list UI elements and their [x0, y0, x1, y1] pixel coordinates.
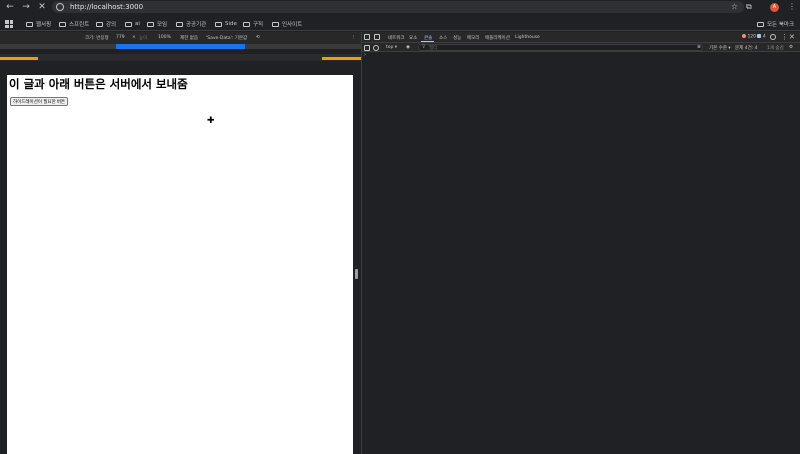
- tab-lighthouse[interactable]: Lighthouse: [515, 35, 540, 40]
- filter-icon: ⊽: [422, 45, 426, 50]
- folder-icon: [147, 21, 154, 27]
- breakpoint-ruler: [0, 54, 361, 61]
- error-issue-counter[interactable]: 120 4: [742, 34, 766, 40]
- clear-console-icon[interactable]: [373, 45, 379, 51]
- devtools-more-icon[interactable]: ⋮: [781, 33, 788, 41]
- page-viewport: 이 글과 아래 버튼은 서버에서 보내줌 하이드레이션이 필요한 버튼 ✚: [7, 75, 353, 454]
- settings-gear-icon[interactable]: [770, 34, 776, 40]
- browser-toolbar: ← → ✕ http://localhost:3000 ☆ ⧉ A ⋮: [0, 0, 800, 14]
- live-expression-eye-icon[interactable]: ◉: [406, 45, 410, 50]
- bookmark-star-icon[interactable]: ☆: [731, 1, 738, 13]
- bookmark-folder[interactable]: 모임: [147, 19, 167, 29]
- error-icon: [742, 34, 746, 38]
- bookmark-folder[interactable]: 웹서핑: [26, 19, 51, 29]
- bookmark-folder[interactable]: ai: [125, 19, 140, 29]
- url-text[interactable]: http://localhost:3000: [70, 1, 143, 13]
- media-query-range[interactable]: [116, 44, 245, 49]
- folder-icon: [215, 21, 222, 27]
- extensions-icon[interactable]: ⧉: [746, 1, 752, 13]
- tab-network[interactable]: 네트워크: [388, 35, 405, 41]
- apps-grid-icon[interactable]: [5, 20, 13, 28]
- height-input[interactable]: 높이: [139, 35, 147, 41]
- throttle-select[interactable]: 제한 없음: [180, 35, 198, 41]
- move-cursor-icon: ✚: [207, 116, 215, 126]
- tab-elements[interactable]: 요소: [409, 35, 417, 41]
- bookmark-folder[interactable]: 공공기관: [176, 19, 206, 29]
- sidebar-toggle-icon[interactable]: [364, 45, 370, 51]
- device-more-icon[interactable]: ⋮: [351, 35, 356, 40]
- device-toolbar: 크기: 반응형 779 × 높이 100% 제한 없음 'Save-Data':…: [0, 32, 361, 44]
- bookmarks-bar: 웹서핑 스프린트 강의 ai 모임 공공기관 Side 구직 인사이트 모든 북…: [0, 17, 800, 31]
- site-info-icon[interactable]: [56, 3, 64, 11]
- tab-sources[interactable]: 소스: [439, 35, 447, 41]
- device-toggle-icon[interactable]: [374, 34, 380, 40]
- log-level-select[interactable]: 기본 수준 ▾: [709, 45, 731, 51]
- folder-icon: [272, 21, 279, 27]
- hidden-messages-count: 1개 숨김: [767, 46, 784, 51]
- tab-performance[interactable]: 성능: [453, 35, 461, 41]
- address-bar[interactable]: http://localhost:3000 ☆: [52, 1, 744, 13]
- dimensions-select[interactable]: 크기: 반응형: [85, 35, 109, 41]
- tab-memory[interactable]: 메모리: [467, 35, 479, 41]
- width-input[interactable]: 779: [116, 35, 125, 40]
- active-tab-indicator: [421, 41, 434, 42]
- page-heading: 이 글과 아래 버튼은 서버에서 보내줌: [9, 77, 188, 91]
- folder-icon: [176, 21, 183, 27]
- folder-icon: [757, 21, 764, 27]
- filter-placeholder: 필터: [429, 46, 438, 51]
- bookmark-folder[interactable]: 인사이트: [272, 19, 302, 29]
- zoom-select[interactable]: 100%: [158, 35, 171, 40]
- pane-divider[interactable]: [361, 32, 362, 454]
- folder-icon: [125, 21, 132, 27]
- folder-icon: [26, 21, 33, 27]
- context-select[interactable]: top ▾: [386, 45, 397, 50]
- bookmark-folder[interactable]: 구직: [243, 19, 263, 29]
- issue-icon: [757, 34, 762, 38]
- times-sign: ×: [132, 35, 136, 40]
- save-data-select[interactable]: 'Save-Data': 기본값: [206, 35, 247, 41]
- folder-icon: [96, 21, 103, 27]
- console-filter-input[interactable]: ⊽ 필터 ⊗: [418, 44, 703, 51]
- browser-menu-icon[interactable]: ⋮: [788, 1, 796, 13]
- forward-icon[interactable]: →: [20, 1, 32, 13]
- filter-clear-icon[interactable]: ⊗: [697, 45, 701, 50]
- viewport-resize-handle[interactable]: [355, 269, 358, 279]
- close-devtools-icon[interactable]: ✕: [789, 33, 795, 41]
- rotate-icon[interactable]: ⟲: [256, 35, 260, 40]
- back-icon[interactable]: ←: [4, 1, 16, 13]
- bookmark-folder[interactable]: 강의: [96, 19, 116, 29]
- bookmark-folder[interactable]: Side: [215, 19, 237, 29]
- stop-loading-icon[interactable]: ✕: [36, 1, 48, 13]
- issues-button[interactable]: 문제 4건: 4: [735, 45, 758, 51]
- inspect-element-icon[interactable]: [364, 34, 370, 40]
- media-query-bar[interactable]: [0, 44, 361, 49]
- profile-avatar[interactable]: A: [770, 3, 779, 12]
- folder-icon: [243, 21, 250, 27]
- console-settings-icon[interactable]: ⚙: [789, 45, 793, 50]
- folder-icon: [59, 21, 66, 27]
- tab-application[interactable]: 애플리케이션: [485, 35, 510, 41]
- breakpoint-marker[interactable]: [322, 57, 361, 60]
- console-prompt[interactable]: ›: [364, 52, 366, 58]
- hydration-button[interactable]: 하이드레이션이 필요한 버튼: [10, 97, 69, 106]
- bookmark-folder[interactable]: 스프린트: [59, 19, 89, 29]
- breakpoint-marker[interactable]: [0, 57, 38, 60]
- all-bookmarks-folder[interactable]: 모든 북마크: [757, 19, 794, 29]
